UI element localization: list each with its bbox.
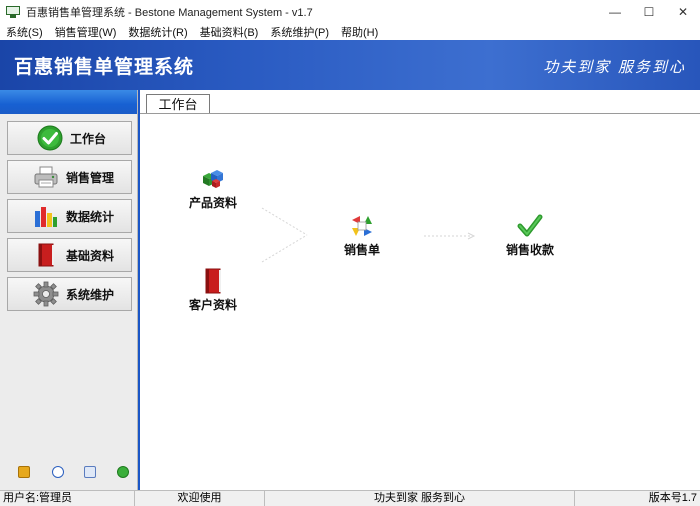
edit-icon[interactable] [18,466,30,478]
sidebar-item-basic-data[interactable]: 基础资料 [7,238,132,272]
sidebar-item-workbench[interactable]: 工作台 [7,121,132,155]
menu-help[interactable]: 帮助(H) [335,24,384,40]
workflow-sales-order[interactable]: 销售单 [338,213,386,258]
menu-system[interactable]: 系统(S) [0,24,49,40]
sidebar-item-label: 系统维护 [66,287,115,302]
status-bar: 用户名:管理员 欢迎使用 功夫到家 服务到心 版本号1.7 [0,490,700,506]
customer-book-icon [199,268,227,294]
status-version: 版本号1.7 [648,491,697,504]
status-user: 用户名:管理员 [0,490,135,506]
window-controls: — ☐ ✕ [598,0,700,24]
close-button[interactable]: ✕ [666,0,700,24]
title-bar: 百惠销售单管理系统 - Bestone Management System - … [0,0,700,24]
maximize-button[interactable]: ☐ [632,0,666,24]
sidebar: 工作台 销售管理 数据统计 基础资料 系统维护 [0,90,138,490]
workflow-sales-order-label: 销售单 [343,243,380,257]
exit-icon[interactable] [117,466,129,478]
workflow-customer-label: 客户资料 [188,298,237,312]
workflow-sales-collection[interactable]: 销售收款 [503,213,557,258]
gear-icon [32,281,60,307]
book-icon [32,242,60,268]
status-slogan: 功夫到家 服务到心 [265,490,575,506]
sidebar-header [0,90,137,114]
sidebar-item-sales-management[interactable]: 销售管理 [7,160,132,194]
header-banner: 百惠销售单管理系统 功夫到家 服务到心 [0,40,700,90]
workflow-customer-data[interactable]: 客户资料 [186,268,240,313]
minimize-button[interactable]: — [598,0,632,24]
workflow-product-data[interactable]: 产品资料 [186,166,240,211]
sidebar-item-label: 数据统计 [66,209,115,224]
workflow-product-label: 产品资料 [188,196,237,210]
menu-basic-data[interactable]: 基础资料(B) [194,24,265,40]
sales-order-icon [348,213,376,239]
bar-chart-icon [32,203,60,229]
product-cubes-icon [199,166,227,192]
sidebar-item-label: 基础资料 [66,248,115,263]
main-content: 工作台 产品资料 客户资料 销售单 销售收款 [138,90,700,490]
checkmark-icon [516,213,544,239]
app-monitor-icon [6,6,20,18]
sidebar-item-label: 销售管理 [66,170,115,185]
sidebar-shortcuts [0,466,138,484]
check-circle-icon [36,125,64,151]
menu-bar: 系统(S) 销售管理(W) 数据统计(R) 基础资料(B) 系统维护(P) 帮助… [0,24,700,40]
sidebar-item-statistics[interactable]: 数据统计 [7,199,132,233]
window-title: 百惠销售单管理系统 - Bestone Management System - … [26,7,313,19]
menu-maintenance[interactable]: 系统维护(P) [264,24,335,40]
sidebar-item-maintenance[interactable]: 系统维护 [7,277,132,311]
app-title: 百惠销售单管理系统 [14,56,195,78]
header-slogan: 功夫到家 服务到心 [543,58,686,76]
status-welcome: 欢迎使用 [135,490,265,506]
search-icon[interactable] [84,466,96,478]
menu-sales-management[interactable]: 销售管理(W) [49,24,123,40]
printer-icon [32,164,60,190]
sidebar-item-label: 工作台 [70,131,107,146]
clock-icon[interactable] [52,466,64,478]
workflow-collection-label: 销售收款 [505,243,554,257]
menu-statistics[interactable]: 数据统计(R) [122,24,193,40]
